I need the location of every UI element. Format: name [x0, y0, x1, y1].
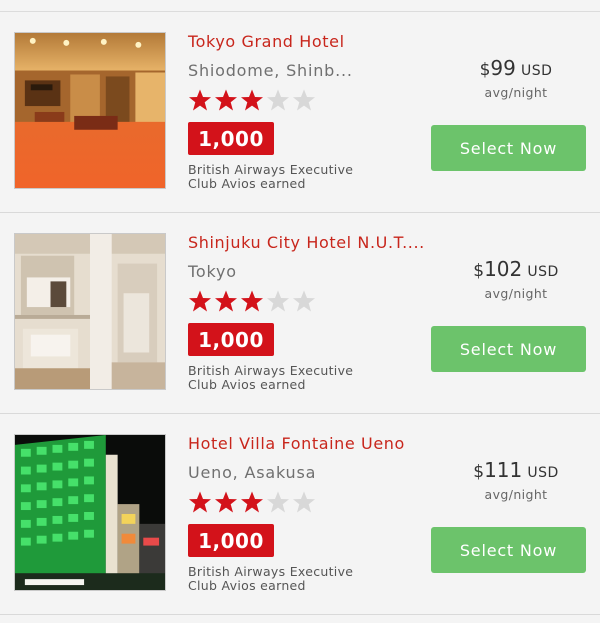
price-unit: avg/night: [484, 286, 548, 301]
hotel-card[interactable]: Tokyo Grand Hotel Shiodome, Shinb... 1,0…: [0, 12, 600, 213]
hotel-card[interactable]: Hotel Villa Fontaine Ueno Ueno, Asakusa …: [0, 414, 600, 615]
price-unit: avg/night: [484, 487, 548, 502]
avios-badge: 1,000: [188, 524, 274, 557]
hotel-card[interactable]: Shinjuku City Hotel N.U.T.... Tokyo 1,00…: [0, 213, 600, 414]
star-filled-icon: [189, 491, 211, 513]
hotel-location: Ueno, Asakusa: [188, 463, 317, 482]
star-filled-icon: [189, 89, 211, 111]
select-now-button[interactable]: Select Now: [431, 326, 586, 372]
star-filled-icon: [189, 290, 211, 312]
hotel-location: Tokyo: [188, 262, 237, 281]
avios-badge: 1,000: [188, 122, 274, 155]
select-now-button[interactable]: Select Now: [431, 125, 586, 171]
star-empty-icon: [267, 491, 289, 513]
avios-note: British Airways Executive Club Avios ear…: [188, 363, 354, 392]
price: $102 USD: [456, 257, 576, 281]
currency-symbol: $: [473, 462, 485, 482]
star-filled-icon: [241, 290, 263, 312]
currency-symbol: $: [473, 261, 485, 281]
hotel-name[interactable]: Tokyo Grand Hotel: [188, 32, 428, 51]
price: $111 USD: [456, 458, 576, 482]
star-empty-icon: [293, 290, 315, 312]
avios-note: British Airways Executive Club Avios ear…: [188, 162, 354, 191]
star-filled-icon: [241, 491, 263, 513]
price-amount: 102: [484, 257, 523, 281]
hotel-photo[interactable]: [14, 434, 166, 591]
star-empty-icon: [293, 89, 315, 111]
star-filled-icon: [215, 290, 237, 312]
price-unit: avg/night: [484, 85, 548, 100]
avios-note: British Airways Executive Club Avios ear…: [188, 564, 354, 593]
currency-code: USD: [527, 264, 559, 280]
hotel-photo[interactable]: [14, 32, 166, 189]
hotel-results-list: Tokyo Grand Hotel Shiodome, Shinb... 1,0…: [0, 12, 600, 615]
currency-code: USD: [520, 63, 553, 79]
star-empty-icon: [293, 491, 315, 513]
price-amount: 111: [484, 458, 523, 482]
star-empty-icon: [267, 290, 289, 312]
star-rating: [188, 490, 316, 514]
star-rating: [188, 289, 316, 313]
star-filled-icon: [215, 491, 237, 513]
currency-code: USD: [527, 465, 559, 481]
currency-symbol: $: [479, 60, 491, 80]
star-filled-icon: [241, 89, 263, 111]
select-now-button[interactable]: Select Now: [431, 527, 586, 573]
hotel-location: Shiodome, Shinb...: [188, 61, 353, 80]
star-rating: [188, 88, 316, 112]
star-filled-icon: [215, 89, 237, 111]
hotel-name[interactable]: Shinjuku City Hotel N.U.T....: [188, 233, 428, 252]
star-empty-icon: [267, 89, 289, 111]
price: $99 USD: [456, 56, 576, 80]
hotel-photo[interactable]: [14, 233, 166, 390]
avios-badge: 1,000: [188, 323, 274, 356]
hotel-name[interactable]: Hotel Villa Fontaine Ueno: [188, 434, 428, 453]
price-amount: 99: [490, 56, 516, 80]
